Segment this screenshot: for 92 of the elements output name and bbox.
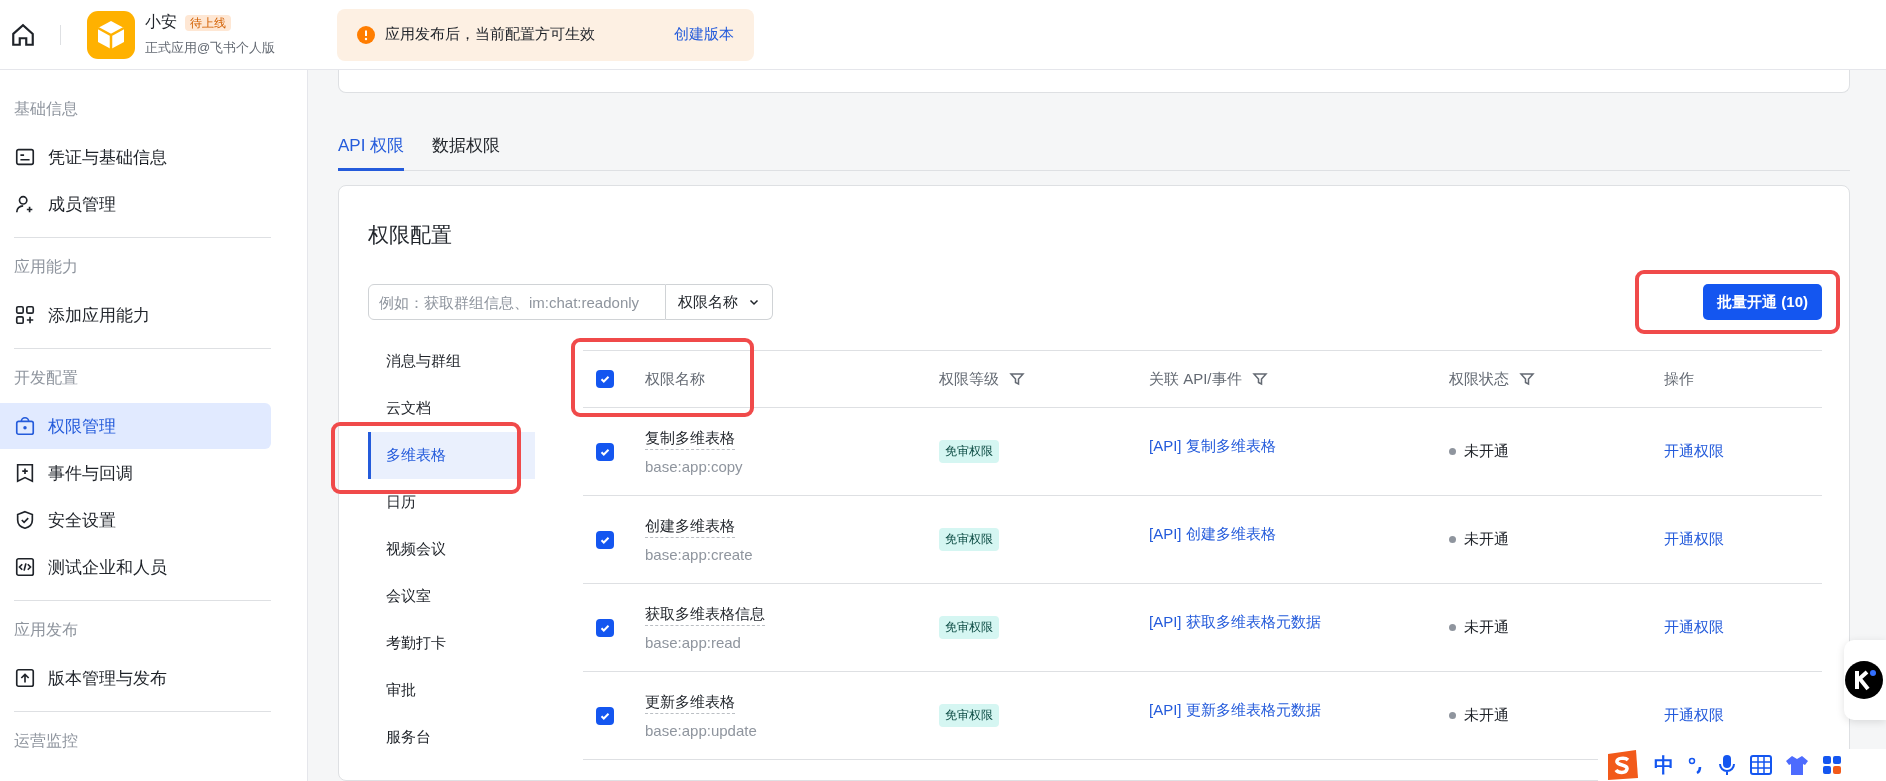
filter-icon[interactable] (1519, 371, 1535, 387)
select-all-checkbox[interactable] (596, 370, 614, 388)
shirt-icon[interactable] (1786, 755, 1808, 775)
enable-link[interactable]: 开通权限 (1664, 706, 1724, 725)
category-item[interactable]: 会议室 (368, 573, 535, 620)
level-tag: 免审权限 (939, 528, 999, 551)
search-field[interactable]: 例如：获取群组信息、im:chat:readonly (368, 284, 666, 320)
status-text: 未开通 (1464, 618, 1509, 637)
column-header: 权限状态 (1449, 369, 1509, 389)
permission-scope: base:app:read (645, 633, 741, 651)
app-logo-icon (87, 10, 135, 59)
app-name: 小安 (145, 13, 177, 30)
app-subtitle: 正式应用@飞书个人版 (145, 39, 276, 57)
sidebar-item[interactable]: 凭证与基础信息 (0, 134, 271, 180)
status-dot (1449, 448, 1456, 455)
section-title: 基础信息 (13, 99, 79, 119)
section-title: 应用能力 (13, 257, 79, 277)
punctuation-icon[interactable] (1688, 755, 1704, 775)
batch-enable-button[interactable]: 批量开通 (10) (1703, 284, 1822, 320)
enable-link[interactable]: 开通权限 (1664, 618, 1724, 637)
category-item[interactable]: 消息与群组 (368, 338, 535, 385)
upload-icon (14, 667, 36, 689)
category-item[interactable]: 考勤打卡 (368, 620, 535, 667)
category-item[interactable]: 多维表格 (368, 432, 535, 479)
sidebar-item[interactable]: 版本管理与发布 (0, 655, 271, 701)
api-link[interactable]: [API] 复制多维表格 (1149, 437, 1276, 456)
category-item[interactable]: 审批 (368, 667, 535, 714)
permission-name: 获取多维表格信息 (645, 604, 765, 626)
enable-link[interactable]: 开通权限 (1664, 442, 1724, 461)
code-icon (14, 556, 36, 578)
shield-icon (14, 509, 36, 531)
sidebar-item[interactable]: 测试企业和人员 (0, 544, 271, 590)
permission-name: 复制多维表格 (645, 428, 735, 450)
filter-icon[interactable] (1009, 371, 1025, 387)
sidebar-item[interactable]: 事件与回调 (0, 450, 271, 496)
column-header: 权限等级 (939, 369, 999, 389)
status-dot (1449, 712, 1456, 719)
permission-scope: base:app:copy (645, 457, 743, 475)
sidebar-item[interactable]: 添加应用能力 (0, 292, 271, 338)
create-version-link[interactable]: 创建版本 (674, 25, 735, 44)
api-link[interactable]: [API] 创建多维表格 (1149, 525, 1276, 544)
warning-icon (357, 25, 376, 44)
enable-link[interactable]: 开通权限 (1664, 530, 1724, 549)
permission-scope: base:app:create (645, 545, 753, 563)
home-icon[interactable] (10, 21, 36, 48)
check-icon (599, 373, 611, 385)
sidebar-item[interactable]: 权限管理 (0, 403, 271, 449)
row-checkbox[interactable] (596, 706, 614, 725)
permission-name: 更新多维表格 (645, 692, 735, 714)
category-item[interactable]: 云文档 (368, 385, 535, 432)
card-title: 权限配置 (368, 222, 453, 248)
level-tag: 免审权限 (939, 616, 999, 639)
tab[interactable]: 数据权限 (432, 121, 501, 171)
category-item[interactable]: 服务台 (368, 714, 535, 761)
microphone-icon[interactable] (1718, 754, 1736, 776)
row-checkbox[interactable] (596, 530, 614, 549)
status-text: 未开通 (1464, 530, 1509, 549)
status-text: 未开通 (1464, 442, 1509, 461)
sidebar-item[interactable]: 安全设置 (0, 497, 271, 543)
level-tag: 免审权限 (939, 440, 999, 463)
apps-add-icon (14, 304, 36, 326)
notice-text: 应用发布后，当前配置方可生效 (385, 25, 596, 44)
search-type-select[interactable]: 权限名称 (666, 284, 773, 320)
card-icon (14, 146, 36, 168)
apps-icon[interactable] (1822, 755, 1842, 775)
level-tag: 免审权限 (939, 704, 999, 727)
bookmark-plus-icon (14, 462, 36, 484)
category-item[interactable]: 视频会议 (368, 526, 535, 573)
keyboard-icon[interactable] (1750, 755, 1772, 775)
section-title: 开发配置 (13, 368, 79, 388)
status-tag: 待上线 (185, 15, 231, 31)
filter-icon[interactable] (1251, 371, 1268, 387)
status-text: 未开通 (1464, 706, 1509, 725)
column-header: 关联 API/事件 (1149, 369, 1242, 389)
briefcase-icon (14, 415, 36, 437)
column-header: 权限名称 (645, 369, 705, 389)
tab[interactable]: API 权限 (338, 121, 405, 171)
section-title: 应用发布 (13, 620, 79, 640)
row-checkbox[interactable] (596, 618, 614, 637)
status-dot (1449, 624, 1456, 631)
column-header: 操作 (1664, 369, 1694, 389)
api-link[interactable]: [API] 更新多维表格元数据 (1149, 701, 1321, 720)
status-dot (1449, 536, 1456, 543)
floating-widget[interactable] (1844, 640, 1886, 720)
category-item[interactable]: 日历 (368, 479, 535, 526)
api-link[interactable]: [API] 获取多维表格元数据 (1149, 613, 1321, 632)
section-title: 运营监控 (13, 731, 79, 751)
permission-scope: base:app:update (645, 721, 757, 739)
row-checkbox[interactable] (596, 442, 614, 461)
sidebar-item[interactable]: 成员管理 (0, 181, 271, 227)
ime-mode[interactable]: 中 (1654, 751, 1674, 779)
permission-name: 创建多维表格 (645, 516, 735, 538)
